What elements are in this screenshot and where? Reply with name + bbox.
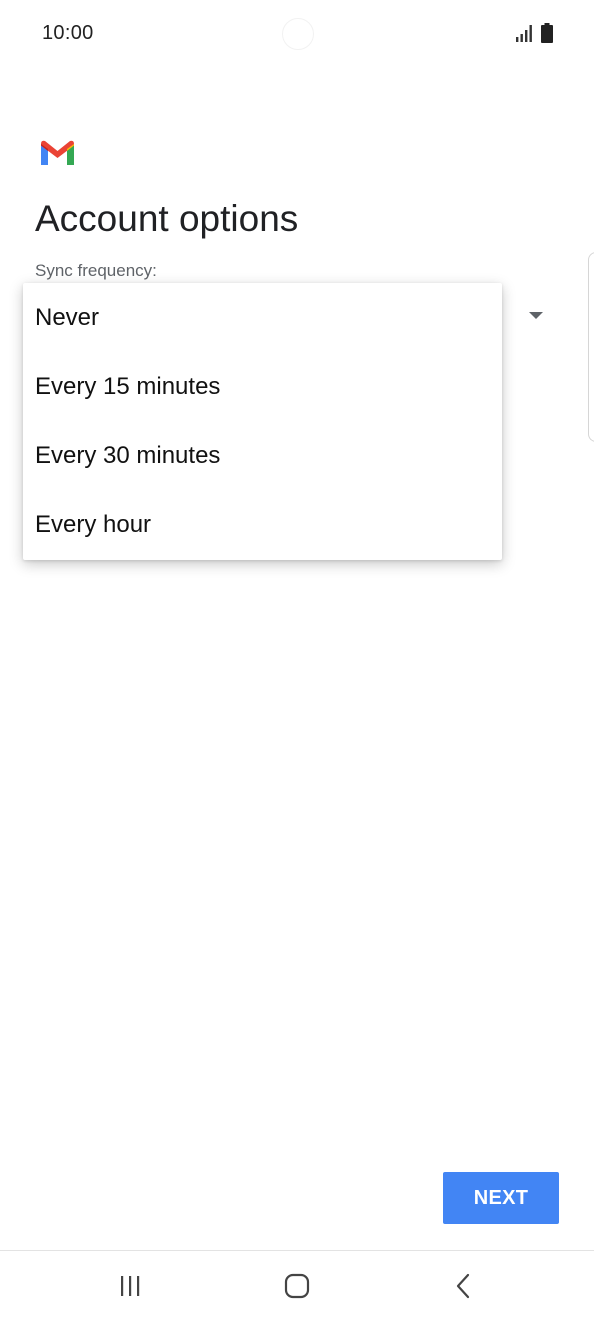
option-every-15-minutes[interactable]: Every 15 minutes: [23, 352, 502, 421]
phone-screen: 10:00 Account options Sync frequency: Ne…: [0, 0, 594, 1320]
option-every-30-minutes[interactable]: Every 30 minutes: [23, 421, 502, 490]
home-icon[interactable]: [277, 1268, 317, 1304]
option-never[interactable]: Never: [23, 283, 502, 352]
page-title: Account options: [35, 198, 299, 239]
sync-frequency-dropdown-menu: Never Every 15 minutes Every 30 minutes …: [23, 283, 502, 560]
sync-frequency-label: Sync frequency:: [35, 261, 157, 280]
recent-apps-icon[interactable]: [110, 1270, 150, 1302]
status-time: 10:00: [42, 22, 94, 44]
option-every-hour[interactable]: Every hour: [23, 490, 502, 559]
nav-bar-divider: [0, 1250, 594, 1251]
front-camera: [282, 18, 314, 50]
signal-strength-icon: [516, 25, 532, 42]
next-button[interactable]: NEXT: [443, 1172, 559, 1224]
edge-panel-handle[interactable]: [588, 252, 594, 442]
dropdown-arrow-icon[interactable]: [529, 312, 543, 319]
gmail-logo-icon: [41, 140, 74, 165]
battery-icon: [541, 23, 553, 43]
back-icon[interactable]: [444, 1270, 484, 1302]
